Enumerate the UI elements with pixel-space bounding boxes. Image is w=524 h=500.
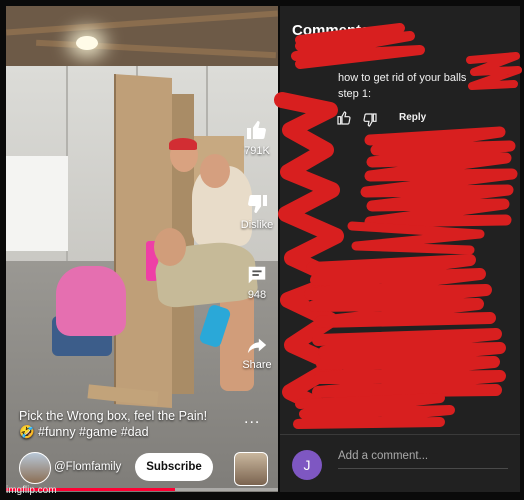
red-censor-scribble [274,23,522,429]
